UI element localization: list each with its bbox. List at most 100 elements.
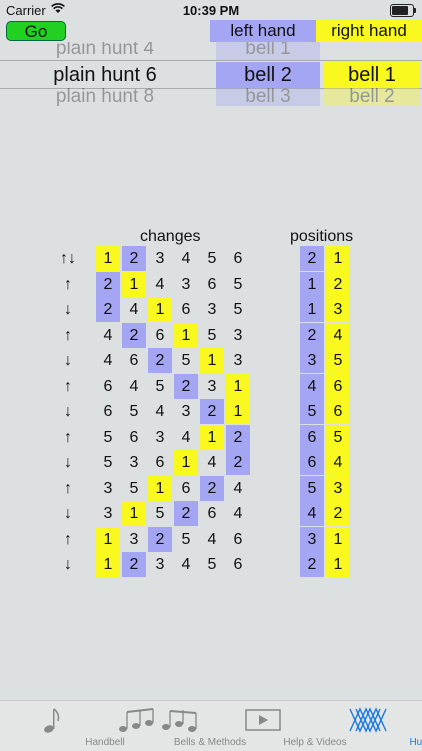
change-cell: 1: [122, 272, 146, 297]
change-cell: 3: [148, 552, 172, 577]
change-cell: 2: [174, 374, 198, 399]
left-position-cell: 6: [300, 425, 324, 450]
picker-left-bell[interactable]: bell 3: [216, 86, 320, 106]
right-position-cell: 2: [326, 272, 350, 297]
change-cell: 5: [200, 323, 224, 348]
change-cell: 2: [226, 450, 250, 475]
picker-left-bell[interactable]: bell 1: [216, 42, 320, 60]
tab-bar: Handbell Bells & Methods: [0, 700, 422, 751]
change-cell: 5: [122, 476, 146, 501]
tab-label: Hunt: [368, 737, 422, 748]
change-cell: 1: [200, 348, 224, 373]
right-position-cell: 5: [326, 425, 350, 450]
change-cell: 3: [148, 425, 172, 450]
change-cell: 6: [96, 374, 120, 399]
left-position-cell: 6: [300, 450, 324, 475]
direction-arrow: ↑: [50, 374, 86, 399]
video-icon: [245, 707, 281, 733]
change-cell: 1: [96, 246, 120, 271]
change-cell: 5: [200, 246, 224, 271]
right-position-cell: 3: [326, 297, 350, 322]
change-cell: 2: [226, 425, 250, 450]
picker-right-bell[interactable]: bell 2: [324, 86, 420, 106]
change-cell: 1: [96, 527, 120, 552]
change-cell: 3: [200, 374, 224, 399]
change-cell: 1: [174, 323, 198, 348]
change-cell: 2: [96, 272, 120, 297]
change-cell: 4: [122, 374, 146, 399]
direction-arrow: ↓: [50, 552, 86, 577]
direction-arrow: ↓: [50, 501, 86, 526]
change-cell: 5: [226, 272, 250, 297]
right-position-cell: 4: [326, 450, 350, 475]
right-hand-header: right hand: [316, 20, 422, 42]
right-position-cell: 5: [326, 348, 350, 373]
right-position-cell: 4: [326, 323, 350, 348]
left-position-cell: 5: [300, 476, 324, 501]
change-cell: 1: [96, 552, 120, 577]
change-cell: 5: [174, 527, 198, 552]
change-cell: 6: [226, 527, 250, 552]
change-cell: 2: [96, 297, 120, 322]
tab-hunt[interactable]: Hunt: [315, 701, 420, 751]
change-cell: 2: [174, 501, 198, 526]
change-cell: 5: [148, 374, 172, 399]
music-notes-icon: [118, 707, 198, 735]
direction-arrow: ↓: [50, 399, 86, 424]
change-cell: 6: [96, 399, 120, 424]
change-cell: 3: [174, 399, 198, 424]
change-cell: 6: [200, 501, 224, 526]
hunt-lattice-icon: [349, 707, 387, 733]
change-cell: 1: [226, 399, 250, 424]
picker-method[interactable]: plain hunt 8: [0, 86, 210, 106]
direction-arrow: ↑: [50, 476, 86, 501]
change-cell: 4: [96, 348, 120, 373]
changes-title: changes: [140, 228, 201, 246]
change-cell: 4: [200, 450, 224, 475]
direction-arrow: ↑↓: [50, 246, 86, 271]
left-position-cell: 2: [300, 323, 324, 348]
change-cell: 6: [174, 297, 198, 322]
change-cell: 4: [226, 476, 250, 501]
change-cell: 1: [148, 297, 172, 322]
picker-row-selected[interactable]: plain hunt 6 bell 2 bell 1: [0, 62, 422, 88]
picker-right-bell[interactable]: bell 1: [324, 62, 420, 88]
right-position-cell: 1: [326, 527, 350, 552]
picker-left-bell[interactable]: bell 2: [216, 62, 320, 88]
picker-row[interactable]: plain hunt 4 bell 1: [0, 42, 422, 60]
change-cell: 6: [122, 425, 146, 450]
left-position-cell: 5: [300, 399, 324, 424]
go-button[interactable]: Go: [6, 21, 66, 41]
change-cell: 4: [174, 246, 198, 271]
picker-method[interactable]: plain hunt 6: [0, 62, 210, 88]
change-cell: 3: [226, 323, 250, 348]
right-position-cell: 3: [326, 476, 350, 501]
change-cell: 3: [200, 297, 224, 322]
direction-arrow: ↓: [50, 297, 86, 322]
tab-handbell[interactable]: Handbell: [0, 701, 105, 751]
change-cell: 4: [148, 272, 172, 297]
method-bell-picker[interactable]: plain hunt 4 bell 1 plain hunt 6 bell 2 …: [0, 42, 422, 106]
change-cell: 5: [122, 399, 146, 424]
left-position-cell: 2: [300, 552, 324, 577]
change-cell: 4: [122, 297, 146, 322]
change-cell: 1: [122, 501, 146, 526]
direction-arrow: ↑: [50, 323, 86, 348]
change-cell: 6: [174, 476, 198, 501]
tab-bells-methods[interactable]: Bells & Methods: [105, 701, 210, 751]
picker-row[interactable]: plain hunt 8 bell 3 bell 2: [0, 86, 422, 106]
music-note-icon: [43, 707, 63, 735]
picker-method[interactable]: plain hunt 4: [0, 42, 210, 60]
change-cell: 5: [96, 450, 120, 475]
change-cell: 6: [148, 323, 172, 348]
change-cell: 6: [226, 552, 250, 577]
change-cell: 1: [226, 374, 250, 399]
change-cell: 2: [122, 246, 146, 271]
change-cell: 4: [174, 552, 198, 577]
tab-help-videos[interactable]: Help & Videos: [210, 701, 315, 751]
change-cell: 2: [122, 323, 146, 348]
direction-arrow: ↓: [50, 450, 86, 475]
left-position-cell: 1: [300, 272, 324, 297]
change-cell: 2: [200, 399, 224, 424]
change-cell: 5: [226, 297, 250, 322]
